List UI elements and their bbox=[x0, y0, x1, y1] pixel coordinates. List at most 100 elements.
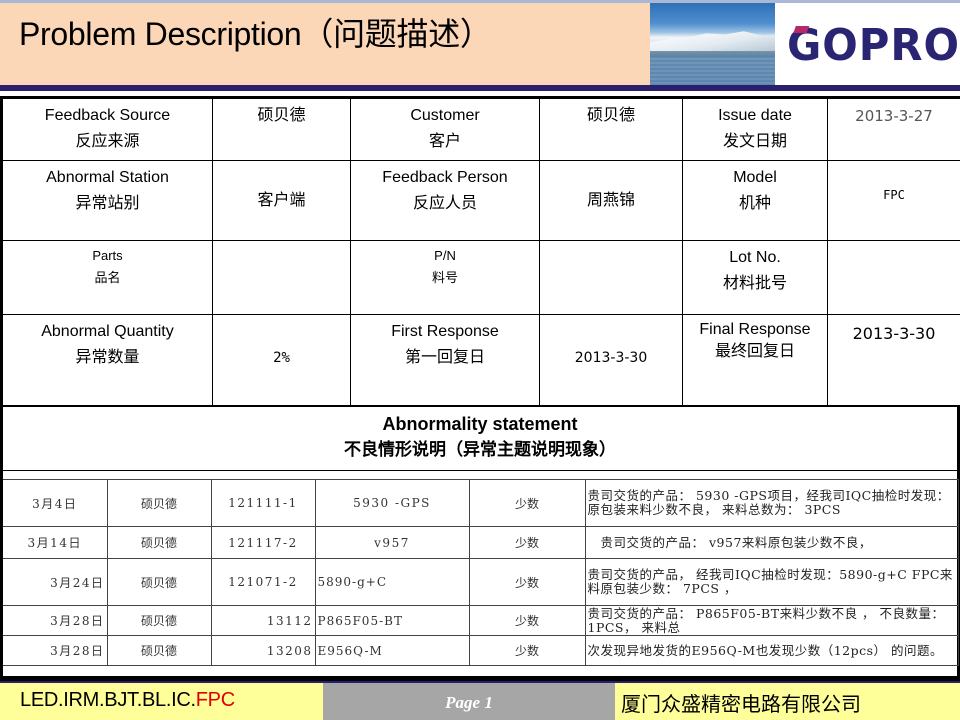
header-divider bbox=[0, 85, 960, 91]
record-row: 3月24日 硕贝德 121071-2 5890-g+C 少数 贵司交货的产品， … bbox=[3, 558, 959, 606]
record-type: 少数 bbox=[468, 605, 586, 636]
record-row: 3月28日 硕贝德 13112 P865F05-BT 少数 贵司交货的产品： P… bbox=[3, 605, 959, 636]
label-cn: 异常数量 bbox=[75, 349, 140, 366]
customer-value: 硕贝德 bbox=[539, 96, 683, 161]
record-row: 3月28日 硕贝德 13208 E956Q-M 少数 次发现异地发货的E956Q… bbox=[3, 635, 959, 666]
record-pn: 13112 bbox=[210, 605, 316, 636]
label-cn: 第一回复日 bbox=[404, 349, 485, 366]
page-number: Page 1 bbox=[445, 693, 493, 712]
label-en: Abnormal Quantity bbox=[41, 323, 174, 340]
first-response-value: 2013-3-30 bbox=[539, 314, 683, 407]
problem-info-table: Feedback Source 反应来源 硕贝德 Customer 客户 硕贝德… bbox=[0, 96, 960, 407]
record-type: 少数 bbox=[468, 479, 586, 527]
feedback-person-value: 周燕锦 bbox=[539, 160, 683, 241]
label-cn: 材料批号 bbox=[722, 275, 787, 292]
record-date: 3月28日 bbox=[3, 635, 108, 666]
info-row: Abnormal Quantity 异常数量 2% First Response… bbox=[0, 314, 960, 407]
label-en: Feedback Person bbox=[382, 169, 508, 186]
label-en: Parts bbox=[92, 248, 123, 263]
record-date: 3月24日 bbox=[3, 558, 108, 606]
abnormal-station-label: Abnormal Station 异常站别 bbox=[0, 160, 213, 241]
record-customer: 硕贝德 bbox=[106, 635, 212, 666]
record-customer: 硕贝德 bbox=[106, 526, 212, 559]
issue-date-label: Issue date 发文日期 bbox=[682, 96, 828, 161]
label-en: Issue date bbox=[718, 107, 792, 124]
label-cn: 料号 bbox=[431, 270, 458, 285]
page-number-box: Page 1 bbox=[323, 683, 615, 720]
label-en: Customer bbox=[410, 107, 480, 124]
record-model: 5890-g+C bbox=[314, 558, 470, 606]
label-cn: 异常站别 bbox=[75, 195, 140, 212]
customer-label: Customer 客户 bbox=[350, 96, 540, 161]
parts-label: Parts 品名 bbox=[0, 240, 213, 315]
company-logo: GOPRO bbox=[787, 20, 960, 71]
feedback-source-label: Feedback Source 反应来源 bbox=[0, 96, 213, 161]
pn-value bbox=[539, 240, 683, 315]
record-pn: 121117-2 bbox=[210, 526, 316, 559]
record-pn: 121071-2 bbox=[210, 558, 316, 606]
record-date: 3月28日 bbox=[3, 605, 108, 636]
footer: LED.IRM.BJT.BL.IC.FPC Page 1 厦门众盛精密电路有限公… bbox=[0, 683, 960, 720]
label-en: Model bbox=[733, 169, 777, 186]
first-response-label: First Response 第一回复日 bbox=[350, 314, 540, 407]
product-line-prefix: LED.IRM.BJT.BL.IC. bbox=[20, 689, 196, 711]
lake-graphic bbox=[650, 57, 775, 85]
record-type: 少数 bbox=[468, 526, 586, 559]
label-cn: 最终回复日 bbox=[714, 343, 795, 360]
page-title: Problem Description（问题描述） bbox=[19, 16, 492, 52]
record-model: v957 bbox=[314, 526, 470, 559]
record-model: P865F05-BT bbox=[314, 605, 470, 636]
model-value: FPC bbox=[827, 160, 960, 241]
feedback-person-label: Feedback Person 反应人员 bbox=[350, 160, 540, 241]
label-cn: 客户 bbox=[428, 133, 461, 150]
record-type: 少数 bbox=[468, 558, 586, 606]
product-line-text: LED.IRM.BJT.BL.IC.FPC bbox=[20, 689, 235, 712]
label-cn: 品名 bbox=[94, 270, 121, 285]
record-model: E956Q-M bbox=[314, 635, 470, 666]
abnormality-records-table: 3月4日 硕贝德 121111-1 5930 -GPS 少数 贵司交货的产品： … bbox=[3, 479, 959, 666]
record-description: 贵司交货的产品， 经我司IQC抽检时发现：5890-g+C FPC来料原包装少数… bbox=[584, 558, 959, 606]
record-pn: 13208 bbox=[210, 635, 316, 666]
logo-accent-mark bbox=[793, 26, 810, 33]
label-en: Abnormal Station bbox=[46, 169, 169, 186]
record-description: 贵司交货的产品： 5930 -GPS项目，经我司IQC抽检时发现： 原包装来料少… bbox=[584, 479, 959, 527]
label-cn: 反应人员 bbox=[412, 195, 477, 212]
abnormal-station-value: 客户端 bbox=[212, 160, 351, 241]
record-description: 次发现异地发货的E956Q-M也发现少数（12pcs） 的问题。 bbox=[584, 635, 959, 666]
product-line-highlight: FPC bbox=[195, 689, 235, 711]
label-cn: 机种 bbox=[738, 195, 771, 212]
label-cn: 反应来源 bbox=[75, 133, 140, 150]
issue-date-value: 2013-3-27 bbox=[827, 96, 960, 161]
record-date: 3月4日 bbox=[3, 479, 108, 527]
record-customer: 硕贝德 bbox=[106, 479, 212, 527]
abnormal-quantity-value: 2% bbox=[212, 314, 351, 407]
model-label: Model 机种 bbox=[682, 160, 828, 241]
final-response-label: Final Response 最终回复日 bbox=[682, 314, 828, 407]
label-en: P/N bbox=[434, 248, 456, 263]
abnormal-quantity-label: Abnormal Quantity 异常数量 bbox=[0, 314, 213, 407]
logo-area: GOPRO bbox=[775, 3, 960, 85]
record-description: 贵司交货的产品： v957来料原包装少数不良， bbox=[584, 526, 959, 559]
record-pn: 121111-1 bbox=[210, 479, 316, 527]
record-date: 3月14日 bbox=[3, 526, 108, 559]
abnormality-statement-header: Abnormality statement 不良情形说明（异常主题说明现象） bbox=[0, 405, 960, 471]
logo-text: GOPRO bbox=[787, 20, 960, 71]
parts-value bbox=[212, 240, 351, 315]
label-en: Lot No. bbox=[729, 249, 781, 266]
record-customer: 硕贝德 bbox=[106, 558, 212, 606]
record-type: 少数 bbox=[468, 635, 586, 666]
pn-label: P/N 料号 bbox=[350, 240, 540, 315]
info-row: Parts 品名 P/N 料号 Lot No. 材料批号 bbox=[0, 240, 960, 315]
statement-title-cn: 不良情形说明（异常主题说明现象） bbox=[344, 440, 616, 459]
lot-no-label: Lot No. 材料批号 bbox=[682, 240, 828, 315]
abnormality-records-image: 3月4日 硕贝德 121111-1 5930 -GPS 少数 贵司交货的产品： … bbox=[0, 471, 960, 676]
record-model: 5930 -GPS bbox=[314, 479, 470, 527]
label-en: First Response bbox=[391, 323, 499, 340]
final-response-value: 2013-3-30 bbox=[827, 314, 960, 407]
label-en: Final Response bbox=[699, 321, 811, 338]
record-description: 贵司交货的产品： P865F05-BT来料少数不良 ， 不良数量： 1PCS， … bbox=[584, 605, 959, 636]
mountain-lake-image bbox=[650, 3, 775, 85]
lot-no-value bbox=[827, 240, 960, 315]
record-row: 3月4日 硕贝德 121111-1 5930 -GPS 少数 贵司交货的产品： … bbox=[3, 479, 959, 527]
label-en: Feedback Source bbox=[44, 107, 171, 124]
